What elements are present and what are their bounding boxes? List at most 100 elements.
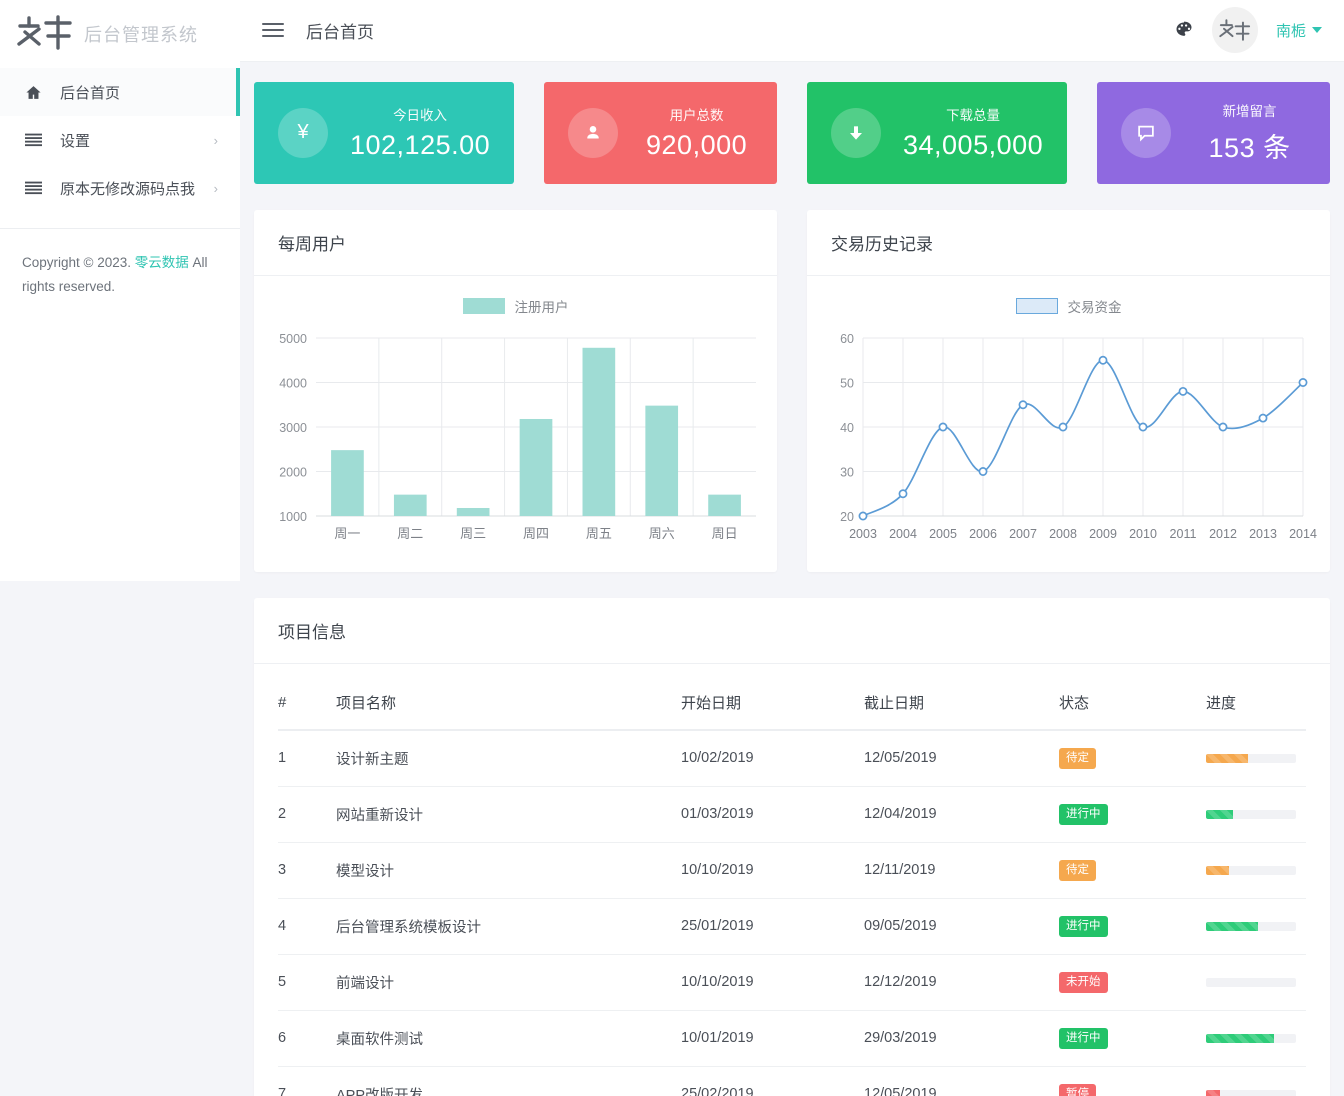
cell-status: 未开始	[1059, 954, 1206, 1011]
avatar-logo-icon	[1219, 19, 1251, 42]
cell-start-date: 10/10/2019	[681, 842, 864, 899]
cell-status: 进行中	[1059, 898, 1206, 955]
progress-bar	[1206, 753, 1296, 763]
cell-project-name: APP改版开发	[336, 1066, 681, 1096]
stat-label: 新增留言	[1222, 104, 1277, 120]
logo-mark-icon	[17, 14, 72, 50]
stat-text: 下载总量 34,005,000	[903, 104, 1043, 161]
col-header-status[interactable]: 状态	[1059, 673, 1206, 731]
avatar[interactable]	[1211, 7, 1258, 54]
cell-end-date: 12/05/2019	[864, 729, 1059, 787]
cell-end-date: 12/11/2019	[864, 842, 1059, 899]
cell-index: 4	[278, 898, 336, 955]
topbar: 后台首页 南栀	[240, 0, 1344, 62]
hamburger-icon[interactable]	[262, 23, 284, 38]
svg-text:2012: 2012	[1209, 527, 1237, 541]
cell-project-name: 桌面软件测试	[336, 1010, 681, 1067]
cell-progress	[1206, 729, 1306, 787]
yuan-glyph: ¥	[297, 121, 309, 144]
card-title: 每周用户	[254, 210, 777, 276]
stat-card-users[interactable]: 用户总数 920,000	[544, 81, 777, 184]
stat-label: 用户总数	[669, 108, 724, 124]
table-body: 1 设计新主题 10/02/2019 12/05/2019 待定 2 网站重新设计 01/03…	[278, 729, 1306, 1096]
progress-bar	[1206, 921, 1296, 931]
cell-progress	[1206, 1010, 1306, 1067]
brand-logo[interactable]: 后台管理系统	[0, 0, 240, 68]
brand-subtitle: 后台管理系统	[84, 24, 198, 45]
sidebar-item-label: 设置	[60, 132, 91, 150]
stat-card-downloads[interactable]: 下载总量 34,005,000	[807, 81, 1068, 184]
progress-bar	[1206, 1033, 1296, 1043]
cell-end-date: 09/05/2019	[864, 898, 1059, 955]
svg-text:周四: 周四	[523, 526, 549, 541]
col-header-start[interactable]: 开始日期	[681, 673, 864, 731]
svg-text:2006: 2006	[969, 527, 997, 541]
svg-text:2005: 2005	[929, 527, 957, 541]
table-row[interactable]: 3 模型设计 10/10/2019 12/11/2019 待定	[278, 842, 1306, 899]
stat-value: 920,000	[646, 130, 748, 161]
col-header-progress[interactable]: 进度	[1206, 673, 1306, 731]
cell-end-date: 12/04/2019	[864, 786, 1059, 843]
cell-start-date: 10/02/2019	[681, 729, 864, 787]
cell-project-name: 设计新主题	[336, 729, 681, 787]
line-chart[interactable]: 20 30 40 50 60 2003 2004 2005 2006 2007 2008 2009 20…	[817, 320, 1317, 555]
stat-text: 用户总数 920,000	[640, 104, 753, 161]
progress-bar	[1206, 977, 1296, 987]
cell-project-name: 模型设计	[336, 842, 681, 899]
cell-start-date: 10/10/2019	[681, 954, 864, 1011]
main-area: 后台首页 南栀 ¥ 今日收入 102,125.00 用户总数 920,000 下…	[240, 0, 1344, 1096]
svg-text:周二: 周二	[397, 526, 423, 541]
stat-value: 34,005,000	[903, 130, 1044, 161]
bar-chart-legend[interactable]: 注册用户	[264, 296, 767, 316]
progress-bar-fill	[1206, 809, 1233, 819]
col-header-index[interactable]: #	[278, 673, 336, 731]
cell-start-date: 25/01/2019	[681, 898, 864, 955]
table-row[interactable]: 4 后台管理系统模板设计 25/01/2019 09/05/2019 进行中	[278, 898, 1306, 955]
stat-card-messages[interactable]: 新增留言 153 条	[1097, 81, 1330, 184]
progress-bar-fill	[1206, 753, 1249, 763]
stat-card-income[interactable]: ¥ 今日收入 102,125.00	[254, 81, 515, 184]
svg-text:60: 60	[840, 332, 854, 346]
svg-text:2008: 2008	[1049, 527, 1077, 541]
table-row[interactable]: 6 桌面软件测试 10/01/2019 29/03/2019 进行中	[278, 1010, 1306, 1067]
card-title: 项目信息	[254, 598, 1330, 664]
col-header-end[interactable]: 截止日期	[864, 673, 1059, 731]
cell-progress	[1206, 786, 1306, 843]
chevron-down-icon	[1312, 27, 1322, 34]
menu-list-icon	[22, 181, 44, 195]
cell-status: 进行中	[1059, 786, 1206, 843]
progress-bar	[1206, 865, 1296, 875]
user-menu[interactable]: 南栀	[1276, 20, 1322, 41]
sidebar: 后台管理系统 后台首页 设置 › 原本无修改源码点我 › Copyright ©…	[0, 0, 240, 581]
sidebar-item-source[interactable]: 原本无修改源码点我 ›	[0, 164, 240, 212]
table-row[interactable]: 5 前端设计 10/10/2019 12/12/2019 未开始	[278, 954, 1306, 1011]
palette-icon[interactable]	[1174, 20, 1194, 40]
status-badge: 暂停	[1059, 1083, 1096, 1096]
sidebar-item-home[interactable]: 后台首页	[0, 68, 240, 116]
stat-cards: ¥ 今日收入 102,125.00 用户总数 920,000 下载总量 34,0…	[254, 81, 1330, 184]
comment-icon	[1121, 107, 1172, 158]
progress-bar	[1206, 809, 1296, 819]
col-header-name[interactable]: 项目名称	[336, 673, 681, 731]
cell-status: 待定	[1059, 729, 1206, 787]
svg-text:周五: 周五	[586, 526, 612, 541]
copyright-link[interactable]: 零云数据	[135, 255, 189, 270]
table-wrapper: # 项目名称 开始日期 截止日期 状态 进度 1 设计新主题 10/02/2019 1…	[254, 664, 1330, 1096]
svg-text:周一: 周一	[334, 526, 360, 541]
cell-project-name: 前端设计	[336, 954, 681, 1011]
app-root: 后台管理系统 后台首页 设置 › 原本无修改源码点我 › Copyright ©…	[0, 0, 1344, 1096]
svg-text:4000: 4000	[279, 376, 307, 390]
svg-text:2009: 2009	[1089, 527, 1117, 541]
table-row[interactable]: 2 网站重新设计 01/03/2019 12/04/2019 进行中	[278, 786, 1306, 843]
cell-start-date: 25/02/2019	[681, 1066, 864, 1096]
chevron-right-icon: ›	[213, 180, 218, 196]
table-row[interactable]: 1 设计新主题 10/02/2019 12/05/2019 待定	[278, 729, 1306, 787]
cell-end-date: 12/12/2019	[864, 954, 1059, 1011]
progress-bar-fill	[1206, 1033, 1274, 1043]
content-area: ¥ 今日收入 102,125.00 用户总数 920,000 下载总量 34,0…	[240, 62, 1344, 1096]
table-row[interactable]: 7 APP改版开发 25/02/2019 12/05/2019 暂停	[278, 1066, 1306, 1096]
line-chart-legend[interactable]: 交易资金	[817, 296, 1320, 316]
bar-chart[interactable]: 1000 2000 3000 4000 5000 周一 周二 周三 周四 周五 周六 周日	[264, 320, 764, 555]
stat-value: 102,125.00	[350, 130, 491, 161]
sidebar-item-settings[interactable]: 设置 ›	[0, 116, 240, 164]
